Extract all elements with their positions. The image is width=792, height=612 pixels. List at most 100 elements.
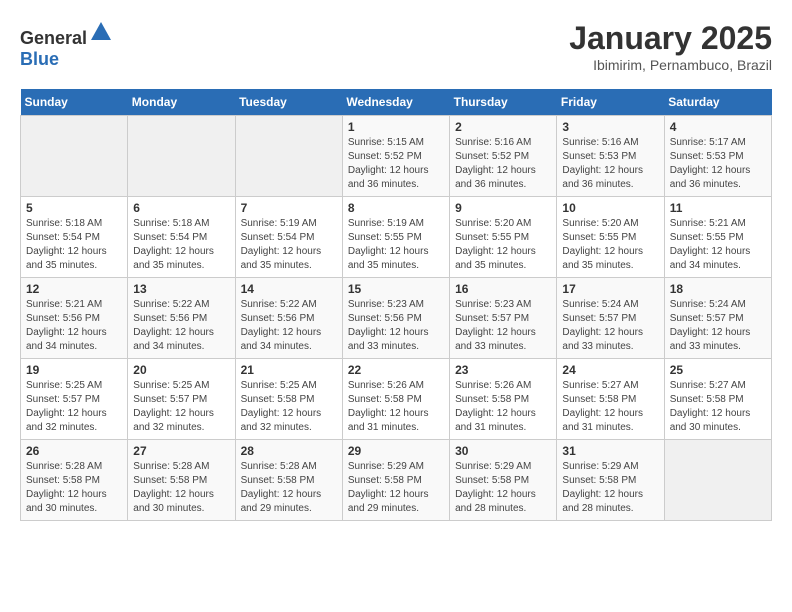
day-info: Sunrise: 5:20 AM Sunset: 5:55 PM Dayligh…	[455, 217, 551, 273]
day-info: Sunrise: 5:25 AM Sunset: 5:57 PM Dayligh…	[26, 379, 122, 435]
header-saturday: Saturday	[664, 89, 771, 116]
calendar-week-row: 5Sunrise: 5:18 AM Sunset: 5:54 PM Daylig…	[21, 197, 772, 278]
table-row: 30 Sunrise: 5:29 AM Sunset: 5:58 PM Dayli…	[450, 440, 557, 521]
day-number: 20	[133, 363, 229, 377]
calendar-title: January 2025	[569, 20, 772, 57]
header-sunday: Sunday	[21, 89, 128, 116]
day-info: Sunrise: 5:19 AM Sunset: 5:54 PM Dayligh…	[241, 217, 337, 273]
table-row: 10 Sunrise: 5:20 AM Sunset: 5:55 PM Dayli…	[557, 197, 664, 278]
calendar-subtitle: Ibimirim, Pernambuco, Brazil	[569, 57, 772, 73]
table-row: 1 Sunrise: 5:15 AM Sunset: 5:52 PM Daylig…	[342, 116, 449, 197]
day-info: Sunrise: 5:29 AM Sunset: 5:58 PM Dayligh…	[455, 460, 551, 516]
table-row: 5Sunrise: 5:18 AM Sunset: 5:54 PM Daylig…	[21, 197, 128, 278]
day-info: Sunrise: 5:21 AM Sunset: 5:55 PM Dayligh…	[670, 217, 766, 273]
day-number: 26	[26, 444, 122, 458]
table-row	[21, 116, 128, 197]
day-number: 4	[670, 120, 766, 134]
day-number: 9	[455, 201, 551, 215]
day-info: Sunrise: 5:23 AM Sunset: 5:56 PM Dayligh…	[348, 298, 444, 354]
logo-text: General Blue	[20, 20, 113, 70]
table-row: 17Sunrise: 5:24 AM Sunset: 5:57 PM Dayli…	[557, 278, 664, 359]
table-row: 15 Sunrise: 5:23 AM Sunset: 5:56 PM Dayli…	[342, 278, 449, 359]
day-info: Sunrise: 5:16 AM Sunset: 5:52 PM Dayligh…	[455, 136, 551, 192]
days-header-row: Sunday Monday Tuesday Wednesday Thursday…	[21, 89, 772, 116]
table-row: 29 Sunrise: 5:29 AM Sunset: 5:58 PM Dayli…	[342, 440, 449, 521]
calendar-table: Sunday Monday Tuesday Wednesday Thursday…	[20, 89, 772, 521]
header-thursday: Thursday	[450, 89, 557, 116]
day-info: Sunrise: 5:20 AM Sunset: 5:55 PM Dayligh…	[562, 217, 658, 273]
day-number: 28	[241, 444, 337, 458]
table-row: 22 Sunrise: 5:26 AM Sunset: 5:58 PM Dayli…	[342, 359, 449, 440]
table-row: 14Sunrise: 5:22 AM Sunset: 5:56 PM Dayli…	[235, 278, 342, 359]
table-row: 16 Sunrise: 5:23 AM Sunset: 5:57 PM Dayli…	[450, 278, 557, 359]
table-row: 19 Sunrise: 5:25 AM Sunset: 5:57 PM Dayli…	[21, 359, 128, 440]
header-wednesday: Wednesday	[342, 89, 449, 116]
day-info: Sunrise: 5:24 AM Sunset: 5:57 PM Dayligh…	[562, 298, 658, 354]
day-info: Sunrise: 5:23 AM Sunset: 5:57 PM Dayligh…	[455, 298, 551, 354]
day-info: Sunrise: 5:28 AM Sunset: 5:58 PM Dayligh…	[241, 460, 337, 516]
day-number: 1	[348, 120, 444, 134]
table-row: 23 Sunrise: 5:26 AM Sunset: 5:58 PM Dayli…	[450, 359, 557, 440]
day-number: 22	[348, 363, 444, 377]
table-row: 20 Sunrise: 5:25 AM Sunset: 5:57 PM Dayli…	[128, 359, 235, 440]
day-number: 29	[348, 444, 444, 458]
day-number: 23	[455, 363, 551, 377]
day-info: Sunrise: 5:15 AM Sunset: 5:52 PM Dayligh…	[348, 136, 444, 192]
header-tuesday: Tuesday	[235, 89, 342, 116]
day-number: 11	[670, 201, 766, 215]
calendar-week-row: 12Sunrise: 5:21 AM Sunset: 5:56 PM Dayli…	[21, 278, 772, 359]
day-number: 8	[348, 201, 444, 215]
day-info: Sunrise: 5:24 AM Sunset: 5:57 PM Dayligh…	[670, 298, 766, 354]
day-number: 13	[133, 282, 229, 296]
day-info: Sunrise: 5:16 AM Sunset: 5:53 PM Dayligh…	[562, 136, 658, 192]
table-row	[128, 116, 235, 197]
day-number: 16	[455, 282, 551, 296]
day-info: Sunrise: 5:18 AM Sunset: 5:54 PM Dayligh…	[26, 217, 122, 273]
day-info: Sunrise: 5:27 AM Sunset: 5:58 PM Dayligh…	[562, 379, 658, 435]
calendar-week-row: 1 Sunrise: 5:15 AM Sunset: 5:52 PM Daylig…	[21, 116, 772, 197]
table-row: 4Sunrise: 5:17 AM Sunset: 5:53 PM Daylig…	[664, 116, 771, 197]
logo-icon	[89, 20, 113, 44]
day-info: Sunrise: 5:29 AM Sunset: 5:58 PM Dayligh…	[348, 460, 444, 516]
table-row: 3 Sunrise: 5:16 AM Sunset: 5:53 PM Daylig…	[557, 116, 664, 197]
day-number: 25	[670, 363, 766, 377]
day-info: Sunrise: 5:18 AM Sunset: 5:54 PM Dayligh…	[133, 217, 229, 273]
day-number: 15	[348, 282, 444, 296]
page-header: General Blue January 2025 Ibimirim, Pern…	[20, 20, 772, 73]
table-row: 6 Sunrise: 5:18 AM Sunset: 5:54 PM Daylig…	[128, 197, 235, 278]
table-row: 13 Sunrise: 5:22 AM Sunset: 5:56 PM Dayli…	[128, 278, 235, 359]
table-row: 21Sunrise: 5:25 AM Sunset: 5:58 PM Dayli…	[235, 359, 342, 440]
header-friday: Friday	[557, 89, 664, 116]
day-number: 24	[562, 363, 658, 377]
table-row: 28 Sunrise: 5:28 AM Sunset: 5:58 PM Dayli…	[235, 440, 342, 521]
day-info: Sunrise: 5:29 AM Sunset: 5:58 PM Dayligh…	[562, 460, 658, 516]
day-number: 10	[562, 201, 658, 215]
logo-blue: Blue	[20, 49, 59, 69]
table-row: 18 Sunrise: 5:24 AM Sunset: 5:57 PM Dayli…	[664, 278, 771, 359]
table-row	[235, 116, 342, 197]
day-number: 21	[241, 363, 337, 377]
day-info: Sunrise: 5:28 AM Sunset: 5:58 PM Dayligh…	[26, 460, 122, 516]
day-number: 12	[26, 282, 122, 296]
day-number: 3	[562, 120, 658, 134]
title-block: January 2025 Ibimirim, Pernambuco, Brazi…	[569, 20, 772, 73]
header-monday: Monday	[128, 89, 235, 116]
day-number: 30	[455, 444, 551, 458]
day-number: 7	[241, 201, 337, 215]
day-number: 19	[26, 363, 122, 377]
day-number: 27	[133, 444, 229, 458]
table-row: 7 Sunrise: 5:19 AM Sunset: 5:54 PM Daylig…	[235, 197, 342, 278]
day-number: 18	[670, 282, 766, 296]
day-number: 6	[133, 201, 229, 215]
day-info: Sunrise: 5:26 AM Sunset: 5:58 PM Dayligh…	[455, 379, 551, 435]
table-row: 8Sunrise: 5:19 AM Sunset: 5:55 PM Daylig…	[342, 197, 449, 278]
day-info: Sunrise: 5:25 AM Sunset: 5:57 PM Dayligh…	[133, 379, 229, 435]
table-row: 24 Sunrise: 5:27 AM Sunset: 5:58 PM Dayli…	[557, 359, 664, 440]
day-info: Sunrise: 5:26 AM Sunset: 5:58 PM Dayligh…	[348, 379, 444, 435]
table-row: 26 Sunrise: 5:28 AM Sunset: 5:58 PM Dayli…	[21, 440, 128, 521]
day-info: Sunrise: 5:22 AM Sunset: 5:56 PM Dayligh…	[133, 298, 229, 354]
table-row	[664, 440, 771, 521]
table-row: 31Sunrise: 5:29 AM Sunset: 5:58 PM Dayli…	[557, 440, 664, 521]
logo: General Blue	[20, 20, 113, 70]
day-number: 14	[241, 282, 337, 296]
